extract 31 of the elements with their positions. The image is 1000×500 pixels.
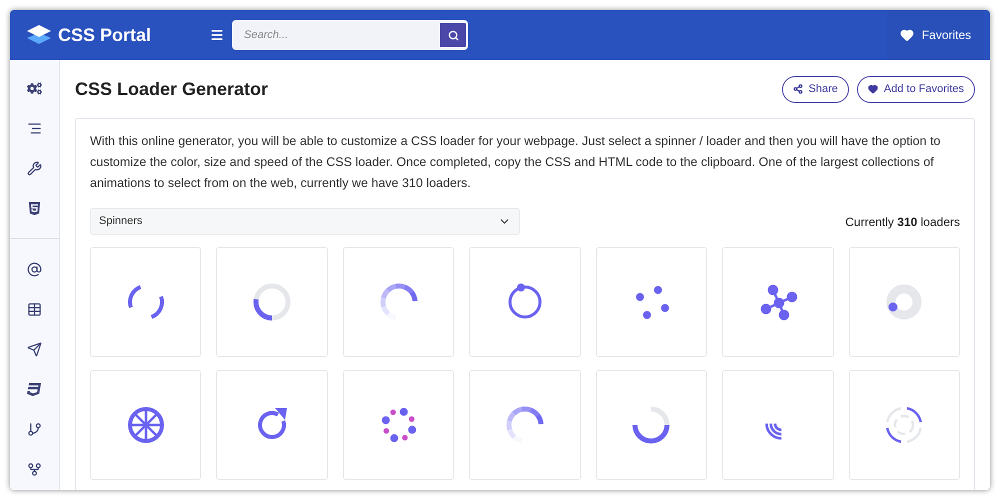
loader-tile[interactable] — [342, 247, 454, 357]
favorites-button[interactable]: Favorites — [887, 10, 984, 60]
loader-tile[interactable] — [848, 247, 960, 357]
loader-tile[interactable] — [90, 247, 202, 357]
loader-tile[interactable] — [722, 370, 834, 480]
search-button[interactable] — [440, 20, 468, 50]
loader-tile[interactable] — [722, 247, 834, 357]
loader-tile[interactable] — [469, 370, 581, 480]
add-favorites-button[interactable]: Add to Favorites — [856, 76, 975, 102]
menu-icon[interactable] — [210, 28, 224, 42]
loader-tile[interactable] — [596, 370, 708, 480]
loader-tile[interactable] — [469, 247, 581, 357]
page-title: CSS Loader Generator — [75, 78, 268, 100]
intro-text: With this online generator, you will be able to customize a CSS loader for your webpage. Just select a spinner / loader and then you will have the option to customize the color, size and speed of the CSS loader. Once completed, copy the CSS and HTML code to the clipboard. One of the largest collections of animations to select from on the web, currently we have 310 loaders. — [90, 133, 942, 192]
logo-icon — [26, 24, 52, 46]
share-icon — [792, 84, 803, 94]
loader-tile[interactable] — [216, 370, 328, 480]
search-icon — [448, 30, 458, 40]
spinner-drawing — [764, 422, 783, 440]
share-button[interactable]: Share — [782, 76, 849, 102]
loader-count: Currently 310 loaders — [845, 214, 960, 230]
category-select[interactable]: Spinners — [90, 208, 520, 235]
brand-name: CSS Portal — [58, 24, 152, 46]
loader-tile[interactable] — [848, 370, 960, 480]
search-field[interactable]: Search... — [232, 20, 440, 50]
loader-tile[interactable] — [90, 370, 202, 480]
loader-tile[interactable] — [216, 247, 328, 357]
heart-icon — [900, 28, 914, 42]
loader-tile[interactable] — [596, 247, 708, 357]
heart-icon — [868, 84, 878, 94]
loader-tile[interactable] — [342, 370, 454, 480]
